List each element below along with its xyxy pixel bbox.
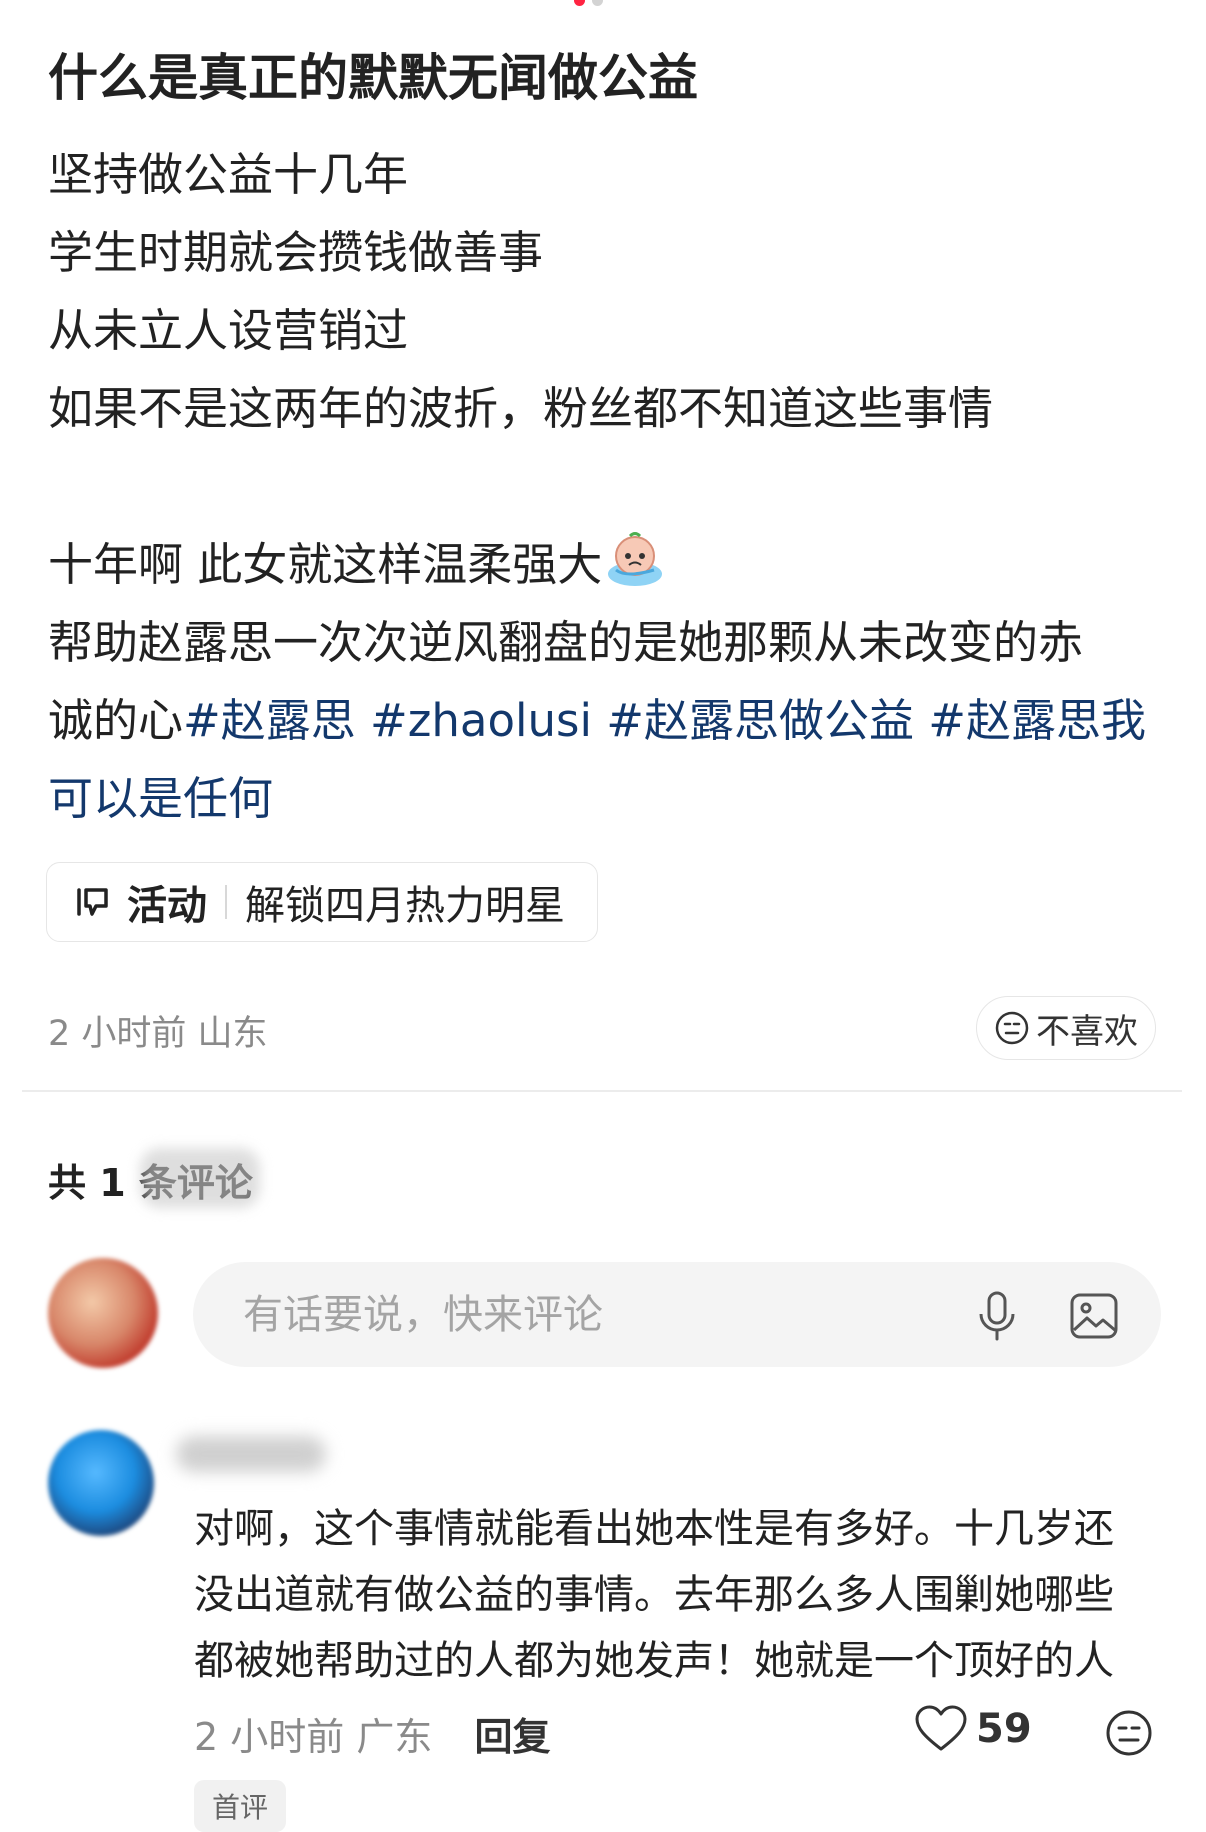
page-dot xyxy=(592,0,603,6)
post-line: 坚持做公益十几年 xyxy=(48,148,409,201)
post-time-location: 2 小时前 山东 xyxy=(48,1014,268,1054)
post-line: 如果不是这两年的波折，粉丝都不知道这些事情 xyxy=(48,382,994,435)
section-divider xyxy=(22,1090,1182,1092)
first-comment-badge: 首评 xyxy=(194,1780,286,1832)
comment-input[interactable] xyxy=(241,1290,945,1339)
image-icon[interactable] xyxy=(1069,1292,1119,1340)
comment-dislike-icon[interactable] xyxy=(1104,1708,1154,1758)
comment-text: 对啊，这个事情就能看出她本性是有多好。十几岁还 没出道就有做公益的事情。去年那么… xyxy=(194,1496,1154,1694)
comment-line: 都被她帮助过的人都为她发声！她就是一个顶好的人 xyxy=(194,1638,1114,1684)
comment-time-location: 2 小时前 广东 xyxy=(194,1715,433,1759)
microphone-icon[interactable] xyxy=(973,1290,1021,1342)
commenter-name-redacted[interactable] xyxy=(176,1436,326,1472)
activity-label: 活动 xyxy=(127,883,207,929)
post-line: 学生时期就会攒钱做善事 xyxy=(48,226,544,279)
comment-line: 对啊，这个事情就能看出她本性是有多好。十几岁还 xyxy=(194,1506,1114,1552)
page-dot-active xyxy=(574,0,585,6)
like-count: 59 xyxy=(976,1706,1032,1752)
divider xyxy=(225,885,227,919)
comment-meta: 2 小时前 广东 回复 xyxy=(194,1706,550,1761)
hashtag-link[interactable]: #赵露思做公益 xyxy=(592,694,914,747)
reply-button[interactable]: 回复 xyxy=(474,1715,550,1759)
post-line: 十年啊 此女就这样温柔强大 xyxy=(48,526,1160,604)
image-page-indicator xyxy=(574,0,614,8)
hashtag-link[interactable]: #zhaolusi xyxy=(356,694,592,747)
dislike-label: 不喜欢 xyxy=(1036,1011,1138,1052)
heart-icon xyxy=(915,1705,967,1751)
post-title: 什么是真正的默默无闻做公益 xyxy=(48,49,698,107)
activity-icon xyxy=(77,888,108,916)
activity-title: 解锁四月热力明星 xyxy=(245,883,565,929)
post-line: 从未立人设营销过 xyxy=(48,304,409,357)
current-user-avatar[interactable] xyxy=(48,1258,158,1368)
post-line: 帮助赵露思一次次逆风翻盘的是她那颗从未改变的赤 xyxy=(48,616,1084,669)
comment-input-box[interactable] xyxy=(193,1262,1161,1367)
neutral-face-icon xyxy=(995,1011,1029,1045)
hashtag-link[interactable]: #赵露思 xyxy=(183,694,356,747)
post-line-text: 诚的心 xyxy=(48,694,184,747)
dislike-button[interactable]: 不喜欢 xyxy=(976,996,1156,1060)
activity-card[interactable]: 活动 解锁四月热力明星 xyxy=(46,862,598,942)
commenter-avatar[interactable] xyxy=(48,1430,154,1536)
post-line-text: 十年啊 此女就这样温柔强大 xyxy=(48,538,603,591)
comment-line: 没出道就有做公益的事情。去年那么多人围剿她哪些 xyxy=(194,1572,1114,1618)
comment-like-button[interactable]: 59 xyxy=(914,1704,1032,1754)
redaction-blur xyxy=(140,1148,260,1208)
crying-face-emoji xyxy=(608,532,663,586)
post-body: 坚持做公益十几年 学生时期就会攒钱做善事 从未立人设营销过 如果不是这两年的波折… xyxy=(48,136,1160,838)
post-line: 诚的心#赵露思 #zhaolusi #赵露思做公益 #赵露思我可以是任何 xyxy=(48,682,1160,838)
